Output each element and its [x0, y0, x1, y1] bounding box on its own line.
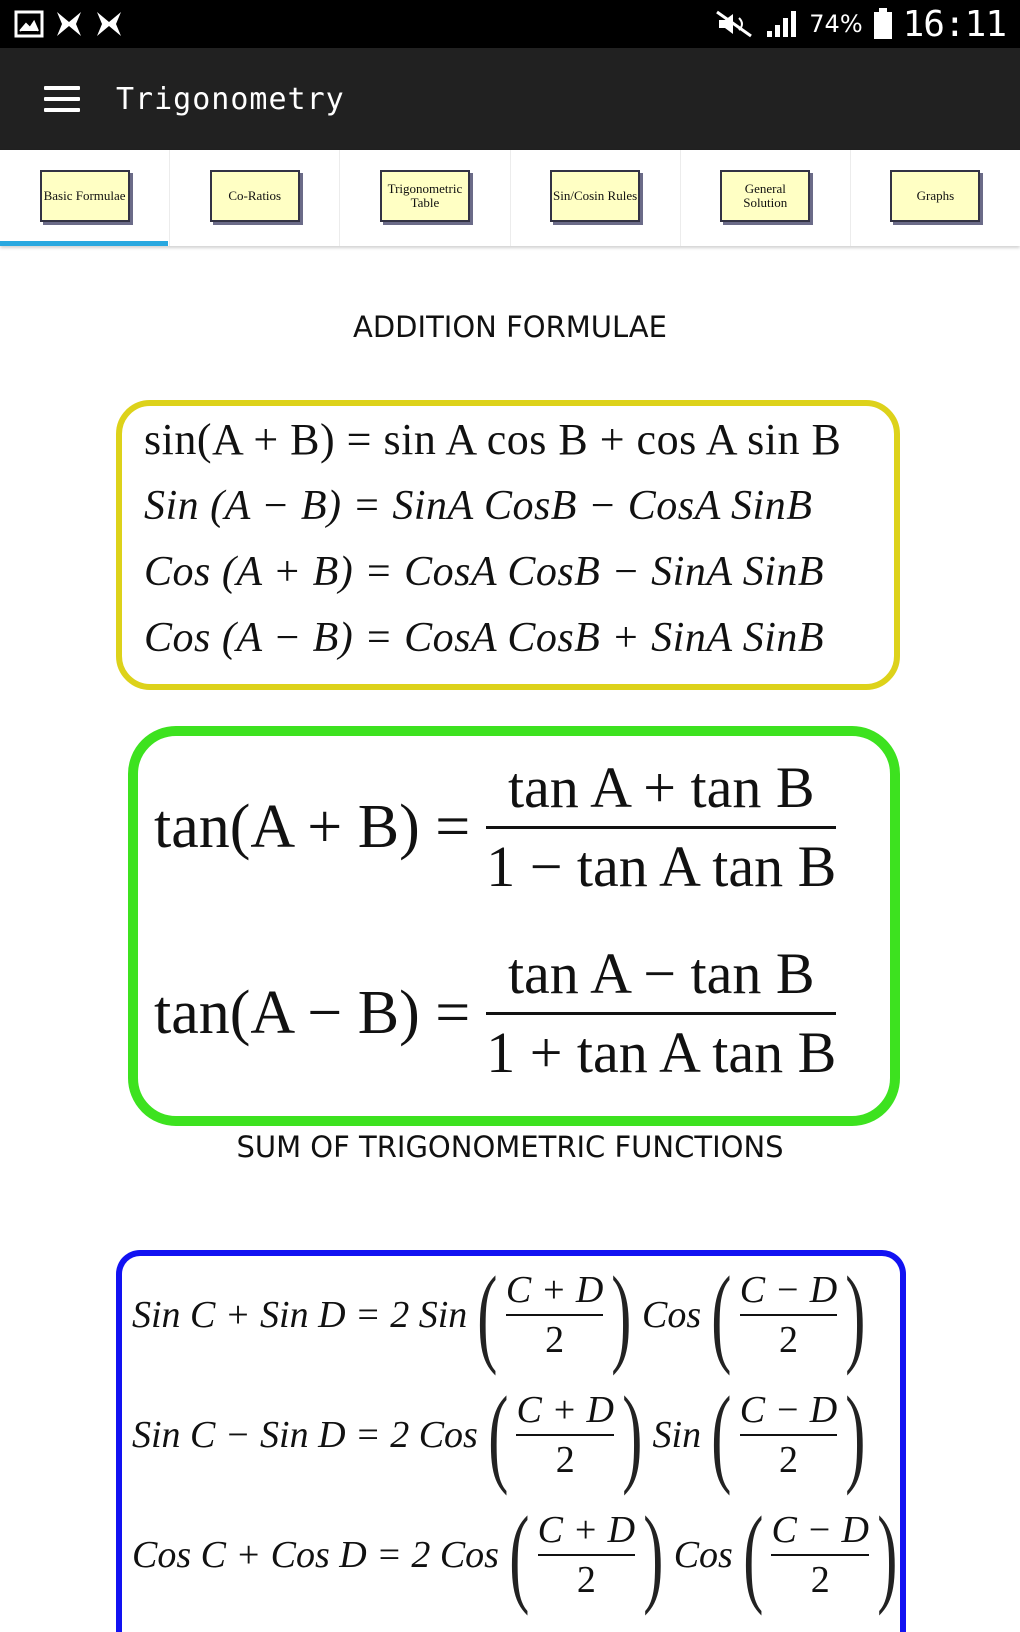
left-paren: (: [509, 1494, 530, 1616]
tab-label: Graphs: [890, 170, 981, 222]
system-status: 74% 16:11: [715, 4, 1020, 45]
numerator: C − D: [739, 1269, 838, 1311]
tan-sum-formula: tan(A + B) = tan A + tan B 1 − tan A tan…: [154, 750, 837, 905]
sum-formula: Sin C + Sin D = 2 Sin ( C + D2 ) Cos ( C…: [132, 1260, 876, 1370]
bracketed-fraction: ( C + D2 ): [501, 1500, 672, 1610]
numerator: C + D: [537, 1509, 636, 1551]
hamburger-menu-icon[interactable]: [44, 86, 80, 112]
tab-label: Basic Formulae: [39, 170, 130, 222]
addition-formula: Cos (A + B) = CosA CosB − SinA SinB: [144, 549, 825, 595]
addition-formula: Sin (A − B) = SinA CosB − CosA SinB: [144, 483, 813, 529]
numerator: tan A − tan B: [507, 941, 815, 1006]
bracketed-fraction: ( C − D2 ): [703, 1260, 874, 1370]
tan-formula-box: tan(A + B) = tan A + tan B 1 − tan A tan…: [128, 726, 900, 1126]
numerator: C + D: [516, 1389, 614, 1431]
bracketed-fraction: ( C + D2 ): [480, 1380, 651, 1490]
denominator: 2: [778, 1439, 798, 1481]
left-paren: (: [743, 1494, 764, 1616]
tab-sin-cosin-rules[interactable]: Sin/Cosin Rules: [509, 150, 680, 246]
function-name: Sin: [652, 1414, 702, 1456]
right-paren: ): [622, 1374, 643, 1496]
battery-percent: 74%: [809, 10, 863, 38]
signal-icon: [767, 11, 797, 37]
notification-x-icon: [57, 12, 81, 36]
formula-content[interactable]: ADDITION FORMULAE sin(A + B) = sin A cos…: [0, 246, 1020, 1632]
denominator: 2: [810, 1559, 830, 1601]
denominator: 2: [545, 1319, 565, 1361]
section-title-sum: SUM OF TRIGONOMETRIC FUNCTIONS: [236, 1130, 784, 1164]
addition-formula: sin(A + B) = sin A cos B + cos A sin B: [144, 415, 842, 464]
addition-formula-box: sin(A + B) = sin A cos B + cos A sin B S…: [116, 400, 900, 690]
tan-difference-formula: tan(A − B) = tan A − tan B 1 + tan A tan…: [154, 936, 837, 1091]
bracketed-fraction: ( C + D2 ): [469, 1260, 640, 1370]
formula-lhs: tan(A + B) =: [154, 793, 471, 861]
bracketed-fraction: ( C − D2 ): [703, 1380, 874, 1490]
bracketed-fraction: ( C − D2 ): [735, 1500, 906, 1610]
battery-icon: [873, 8, 892, 39]
fraction: tan A + tan B 1 − tan A tan B: [486, 750, 837, 905]
left-paren: (: [488, 1374, 509, 1496]
tab-bar: Basic Formulae Co-Ratios Trigonometric T…: [0, 150, 1020, 246]
function-name: Cos: [641, 1294, 702, 1336]
tab-label: Co-Ratios: [209, 170, 300, 222]
denominator: 1 + tan A tan B: [486, 1020, 837, 1085]
app-title: Trigonometry: [116, 81, 345, 117]
right-paren: ): [845, 1374, 866, 1496]
selected-tab-indicator: [0, 241, 168, 246]
addition-formula: Cos (A − B) = CosA CosB + SinA SinB: [144, 615, 825, 661]
sum-formula: Sin C − Sin D = 2 Cos ( C + D2 ) Sin ( C…: [132, 1380, 876, 1490]
sum-formula-box: Sin C + Sin D = 2 Sin ( C + D 2 ) Cos ( C…: [116, 1250, 906, 1632]
clock: 16:11: [902, 3, 1007, 45]
app-bar: Trigonometry: [0, 48, 1020, 150]
right-paren: ): [877, 1494, 898, 1616]
tab-label: Trigonometric Table: [379, 170, 470, 222]
denominator: 2: [555, 1439, 575, 1481]
numerator: C − D: [771, 1509, 869, 1551]
status-bar: 74% 16:11: [0, 0, 1020, 48]
tab-general-solution[interactable]: General Solution: [679, 150, 850, 246]
notification-area: [0, 9, 124, 39]
denominator: 2: [778, 1319, 798, 1361]
tab-co-ratios[interactable]: Co-Ratios: [169, 150, 339, 246]
left-paren: (: [711, 1374, 732, 1496]
gallery-icon: [14, 10, 44, 38]
formula-lhs: tan(A − B) =: [154, 979, 471, 1047]
tab-basic-formulae[interactable]: Basic Formulae: [0, 150, 169, 246]
right-paren: ): [845, 1254, 866, 1376]
notification-x-icon: [97, 12, 121, 36]
left-paren: (: [477, 1254, 498, 1376]
numerator: C + D: [505, 1269, 604, 1311]
tab-label: Sin/Cosin Rules: [550, 170, 641, 222]
tab-graphs[interactable]: Graphs: [849, 150, 1020, 246]
numerator: tan A + tan B: [507, 755, 815, 820]
formula-lhs: Sin C + Sin D = 2 Sin: [132, 1294, 468, 1336]
numerator: C − D: [739, 1389, 838, 1431]
mute-icon: [716, 10, 753, 38]
fraction: tan A − tan B 1 + tan A tan B: [486, 936, 837, 1091]
left-paren: (: [711, 1254, 732, 1376]
tab-label: General Solution: [720, 170, 811, 222]
function-name: Cos: [673, 1534, 733, 1576]
section-title-addition: ADDITION FORMULAE: [353, 310, 667, 344]
tab-trigonometric-table[interactable]: Trigonometric Table: [339, 150, 509, 246]
denominator: 1 − tan A tan B: [486, 834, 837, 899]
right-paren: ): [611, 1254, 632, 1376]
right-paren: ): [643, 1494, 664, 1616]
formula-lhs: Sin C − Sin D = 2 Cos: [132, 1414, 478, 1456]
sum-formula: Cos C + Cos D = 2 Cos ( C + D2 ) Cos ( C…: [132, 1500, 908, 1610]
formula-lhs: Cos C + Cos D = 2 Cos: [132, 1534, 499, 1576]
denominator: 2: [576, 1559, 596, 1601]
